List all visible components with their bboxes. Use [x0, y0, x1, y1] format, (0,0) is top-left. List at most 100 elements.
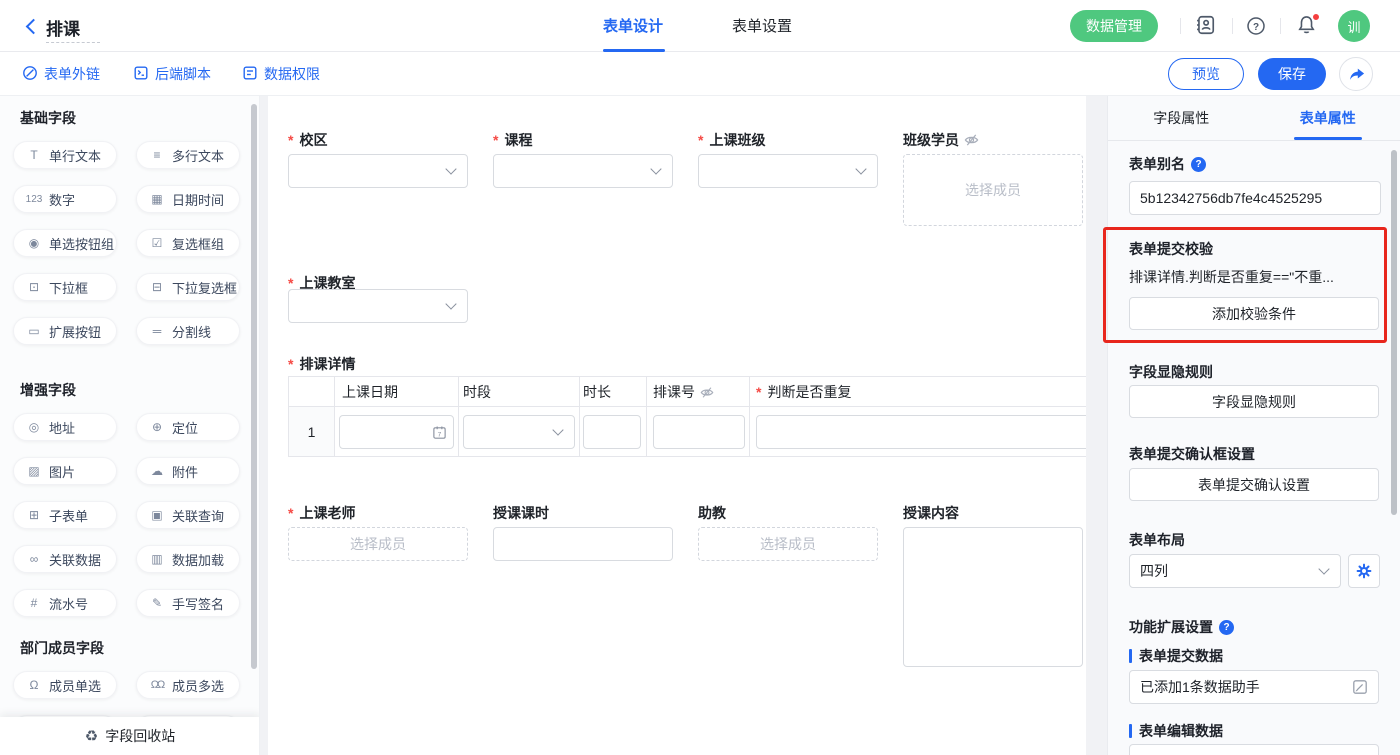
classroom-select[interactable]	[288, 289, 468, 323]
class-select[interactable]	[698, 154, 878, 188]
group-title-member-fields: 部门成员字段	[13, 638, 247, 658]
field-pill-member-single[interactable]: Ω成员单选	[13, 671, 117, 699]
field-pill-extend-button[interactable]: ▭扩展按钮	[13, 317, 117, 345]
layout-select[interactable]: 四列	[1129, 554, 1341, 588]
question-icon[interactable]: ?	[1191, 157, 1206, 172]
field-pill-location[interactable]: ⊕定位	[136, 413, 240, 441]
radio-group-icon: ◉	[25, 236, 43, 250]
dropdown-multi-icon: ⊟	[148, 280, 166, 294]
students-member-picker[interactable]: 选择成员	[903, 154, 1083, 226]
permission-icon	[242, 65, 258, 84]
field-pill-datetime[interactable]: ▦日期时间	[136, 185, 240, 213]
field-recycle-bin[interactable]: ♻ 字段回收站	[0, 717, 260, 755]
field-pill-attachment[interactable]: ☁附件	[136, 457, 240, 485]
field-pill-lookup-query[interactable]: ▣关联查询	[136, 501, 240, 529]
number-icon: 123	[25, 194, 43, 205]
field-pill-divider[interactable]: ═分割线	[136, 317, 240, 345]
chevron-down-icon	[445, 163, 456, 174]
content-textarea[interactable]	[903, 527, 1083, 667]
share-button[interactable]	[1339, 57, 1373, 91]
submit-confirm-button[interactable]: 表单提交确认设置	[1129, 468, 1379, 501]
field-label-class: 上课班级	[698, 130, 765, 150]
properties-panel: 字段属性 表单属性 表单别名 ? 表单提交校验 排课详情.判断是否重复=="不重…	[1107, 96, 1400, 755]
data-permission-button[interactable]: 数据权限	[242, 64, 320, 84]
field-label-course: 课程	[493, 130, 532, 150]
schedule-no-input[interactable]	[653, 415, 745, 449]
question-icon[interactable]: ?	[1219, 620, 1234, 635]
campus-select[interactable]	[288, 154, 468, 188]
column-header-timeslot: 时段	[463, 382, 491, 402]
address-icon: ◎	[25, 420, 43, 434]
column-header-schedule-no: 排课号	[653, 382, 714, 402]
svg-text:?: ?	[1253, 22, 1259, 33]
field-pill-data-load[interactable]: ▥数据加载	[136, 545, 240, 573]
field-pill-radio-group[interactable]: ◉单选按钮组	[13, 229, 117, 257]
edit-data-subtitle: 表单编辑数据	[1129, 721, 1223, 741]
field-label-campus: 校区	[288, 130, 327, 150]
eye-hidden-icon	[964, 133, 979, 147]
tab-form-design[interactable]: 表单设计	[603, 15, 663, 36]
teacher-member-picker[interactable]: 选择成员	[288, 527, 468, 561]
sidebar-scrollbar[interactable]	[251, 104, 257, 669]
data-manage-button[interactable]: 数据管理	[1070, 10, 1158, 42]
edit-icon[interactable]	[1352, 679, 1368, 695]
duration-input[interactable]	[583, 415, 641, 449]
attachment-icon: ☁	[148, 464, 166, 478]
chevron-down-icon	[855, 163, 866, 174]
data-load-icon: ▥	[148, 552, 166, 566]
field-pill-dropdown[interactable]: ⊡下拉框	[13, 273, 117, 301]
tab-form-properties[interactable]: 表单属性	[1255, 96, 1400, 140]
hours-input[interactable]	[493, 527, 673, 561]
extend-button-icon: ▭	[25, 324, 43, 338]
preview-button[interactable]: 预览	[1168, 58, 1244, 90]
form-alias-input[interactable]	[1129, 181, 1381, 215]
save-button[interactable]: 保存	[1258, 58, 1326, 90]
eye-hidden-icon	[700, 386, 714, 399]
contact-book-icon[interactable]	[1194, 14, 1216, 41]
chevron-down-icon	[1318, 563, 1329, 574]
active-tab-underline	[1294, 137, 1362, 140]
field-pill-number[interactable]: 123数字	[13, 185, 117, 213]
panel-scrollbar[interactable]	[1391, 150, 1397, 515]
submit-data-assistant[interactable]: 已添加1条数据助手	[1129, 670, 1379, 704]
avatar[interactable]: 训	[1338, 10, 1370, 42]
display-rules-button[interactable]: 字段显隐规则	[1129, 385, 1379, 418]
tab-form-settings[interactable]: 表单设置	[732, 15, 792, 36]
field-pill-address[interactable]: ◎地址	[13, 413, 117, 441]
column-header-duplicate-check: 判断是否重复	[756, 382, 851, 402]
field-pill-single-line-text[interactable]: T单行文本	[13, 141, 117, 169]
help-icon[interactable]: ?	[1246, 16, 1266, 41]
gear-icon	[1356, 563, 1372, 579]
duplicate-check-input[interactable]	[756, 415, 1086, 449]
date-input[interactable]: 7	[339, 415, 454, 449]
back-button[interactable]	[22, 17, 42, 37]
external-link-button[interactable]: 表单外链	[22, 64, 100, 84]
field-pill-signature[interactable]: ✎手写签名	[136, 589, 240, 617]
edit-data-box[interactable]	[1129, 744, 1379, 755]
lookup-query-icon: ▣	[148, 508, 166, 522]
assistant-member-picker[interactable]: 选择成员	[698, 527, 878, 561]
related-data-icon: ∞	[25, 552, 43, 566]
row-index: 1	[289, 407, 334, 456]
field-pill-related-data[interactable]: ∞关联数据	[13, 545, 117, 573]
backend-script-button[interactable]: 后端脚本	[133, 64, 211, 84]
chevron-down-icon	[445, 298, 456, 309]
field-pill-checkbox-group[interactable]: ☑复选框组	[136, 229, 240, 257]
field-pill-image[interactable]: ▨图片	[13, 457, 117, 485]
member-single-icon: Ω	[25, 678, 43, 692]
field-pill-serial-no[interactable]: #流水号	[13, 589, 117, 617]
field-pill-subform[interactable]: ⊞子表单	[13, 501, 117, 529]
validation-rule-text[interactable]: 排课详情.判断是否重复=="不重...	[1129, 267, 1381, 287]
field-pill-dropdown-multi[interactable]: ⊟下拉复选框	[136, 273, 240, 301]
divider-icon: ═	[148, 324, 166, 338]
field-pill-multi-line-text[interactable]: ≡多行文本	[136, 141, 240, 169]
field-pill-member-multi[interactable]: ΩΩ成员多选	[136, 671, 240, 699]
title-edit-underline	[46, 42, 100, 43]
tab-field-properties[interactable]: 字段属性	[1108, 96, 1255, 140]
layout-settings-button[interactable]	[1348, 554, 1380, 588]
course-select[interactable]	[493, 154, 673, 188]
add-validation-button[interactable]: 添加校验条件	[1129, 297, 1379, 330]
subform-icon: ⊞	[25, 508, 43, 522]
svg-text:7: 7	[438, 431, 442, 438]
timeslot-select[interactable]	[463, 415, 575, 449]
